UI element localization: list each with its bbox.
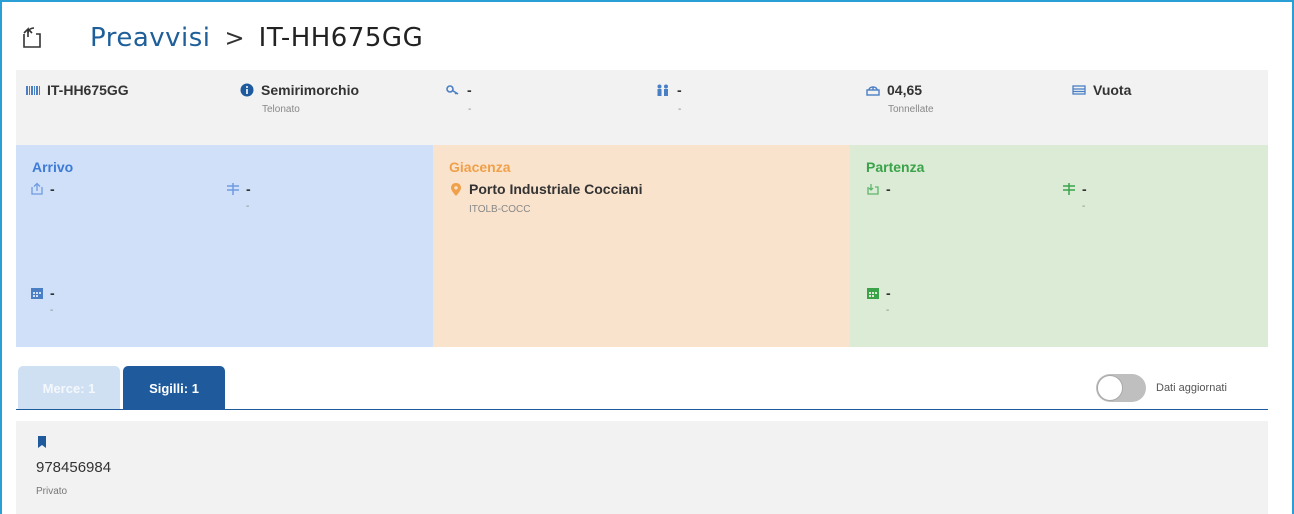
arrivo-date-sub: - (50, 305, 54, 316)
key-sub: - (468, 104, 472, 115)
arrivo-date-value: - (50, 285, 55, 301)
arrivo-origin-field: - (30, 181, 55, 197)
partenza-date-value: - (886, 285, 891, 301)
people-value: - (677, 82, 682, 98)
vehicle-type-info: Semirimorchio Telonato (240, 82, 359, 115)
seal-type: Privato (36, 486, 68, 497)
load-status-value: Vuota (1093, 82, 1132, 98)
info-icon (240, 83, 254, 97)
page-header: Preavvisi > IT-HH675GG (18, 16, 423, 60)
load-info: Vuota (1072, 82, 1131, 98)
arrivo-date-field: - - (30, 285, 55, 316)
calendar-icon (30, 286, 44, 300)
updated-data-toggle[interactable] (1096, 374, 1146, 402)
arrivo-title: Arrivo (32, 159, 74, 175)
plate-value: IT-HH675GG (47, 82, 129, 98)
vehicle-type-value: Semirimorchio (261, 82, 360, 98)
toggle-knob (1097, 375, 1123, 401)
page-title: IT-HH675GG (258, 23, 424, 53)
updated-data-label: Dati aggiornati (1156, 382, 1227, 394)
bookmark-icon (38, 435, 46, 453)
weight-unit: Tonnellate (888, 104, 934, 115)
partenza-gate-field: - - (1062, 181, 1087, 212)
partenza-date-field: - - (866, 285, 891, 316)
enter-box-icon (866, 182, 880, 196)
partenza-title: Partenza (866, 159, 925, 175)
giacenza-title: Giacenza (449, 159, 511, 175)
gate-icon (226, 182, 240, 196)
breadcrumb-preavvisi[interactable]: Preavvisi (90, 23, 211, 53)
arrivo-panel: Arrivo - - - - - (16, 145, 433, 347)
updated-data-toggle-group: Dati aggiornati (1096, 374, 1227, 402)
arrivo-origin-value: - (50, 181, 55, 197)
vehicle-subtype-value: Telonato (262, 104, 300, 115)
calendar-icon (866, 286, 880, 300)
partenza-destination-field: - (866, 181, 891, 197)
partenza-date-sub: - (886, 305, 890, 316)
breadcrumb-separator: > (224, 24, 245, 52)
seal-number: 978456984 (36, 459, 112, 476)
partenza-gate-value: - (1082, 181, 1087, 197)
weight-value: 04,65 (887, 82, 923, 98)
key-icon (446, 83, 460, 97)
partenza-panel: Partenza - - - - - (850, 145, 1268, 347)
back-icon[interactable] (18, 24, 46, 52)
giacenza-location-field: Porto Industriale Cocciani ITOLB-COCC (449, 181, 649, 215)
scale-icon (866, 83, 880, 97)
plate-info: IT-HH675GG (26, 82, 129, 98)
people-icon (656, 83, 670, 97)
weight-info: 04,65 Tonnellate (866, 82, 934, 115)
exit-box-icon (30, 182, 44, 196)
people-sub: - (678, 104, 682, 115)
people-info: - - (656, 82, 682, 115)
arrivo-gate-value: - (246, 181, 251, 197)
gate-icon (1062, 182, 1076, 196)
key-value: - (467, 82, 472, 98)
partenza-gate-sub: - (1082, 201, 1086, 212)
vehicle-info-bar: IT-HH675GG Semirimorchio Telonato - - - … (16, 70, 1268, 145)
arrivo-gate-sub: - (246, 201, 250, 212)
partenza-destination-value: - (886, 181, 891, 197)
tab-underline (16, 409, 1268, 410)
tab-merce[interactable]: Merce: 1 (18, 366, 120, 410)
barcode-icon (26, 83, 40, 97)
key-info: - - (446, 82, 472, 115)
giacenza-location-name: Porto Industriale Cocciani (469, 181, 643, 197)
container-icon (1072, 83, 1086, 97)
tab-bar: Merce: 1 Sigilli: 1 (18, 366, 228, 410)
tab-sigilli[interactable]: Sigilli: 1 (123, 366, 225, 410)
seal-card: 978456984 Privato (16, 421, 1268, 514)
giacenza-panel: Giacenza Porto Industriale Cocciani ITOL… (433, 145, 850, 347)
arrivo-gate-field: - - (226, 181, 251, 212)
location-pin-icon (449, 183, 463, 197)
giacenza-location-code: ITOLB-COCC (469, 204, 531, 215)
